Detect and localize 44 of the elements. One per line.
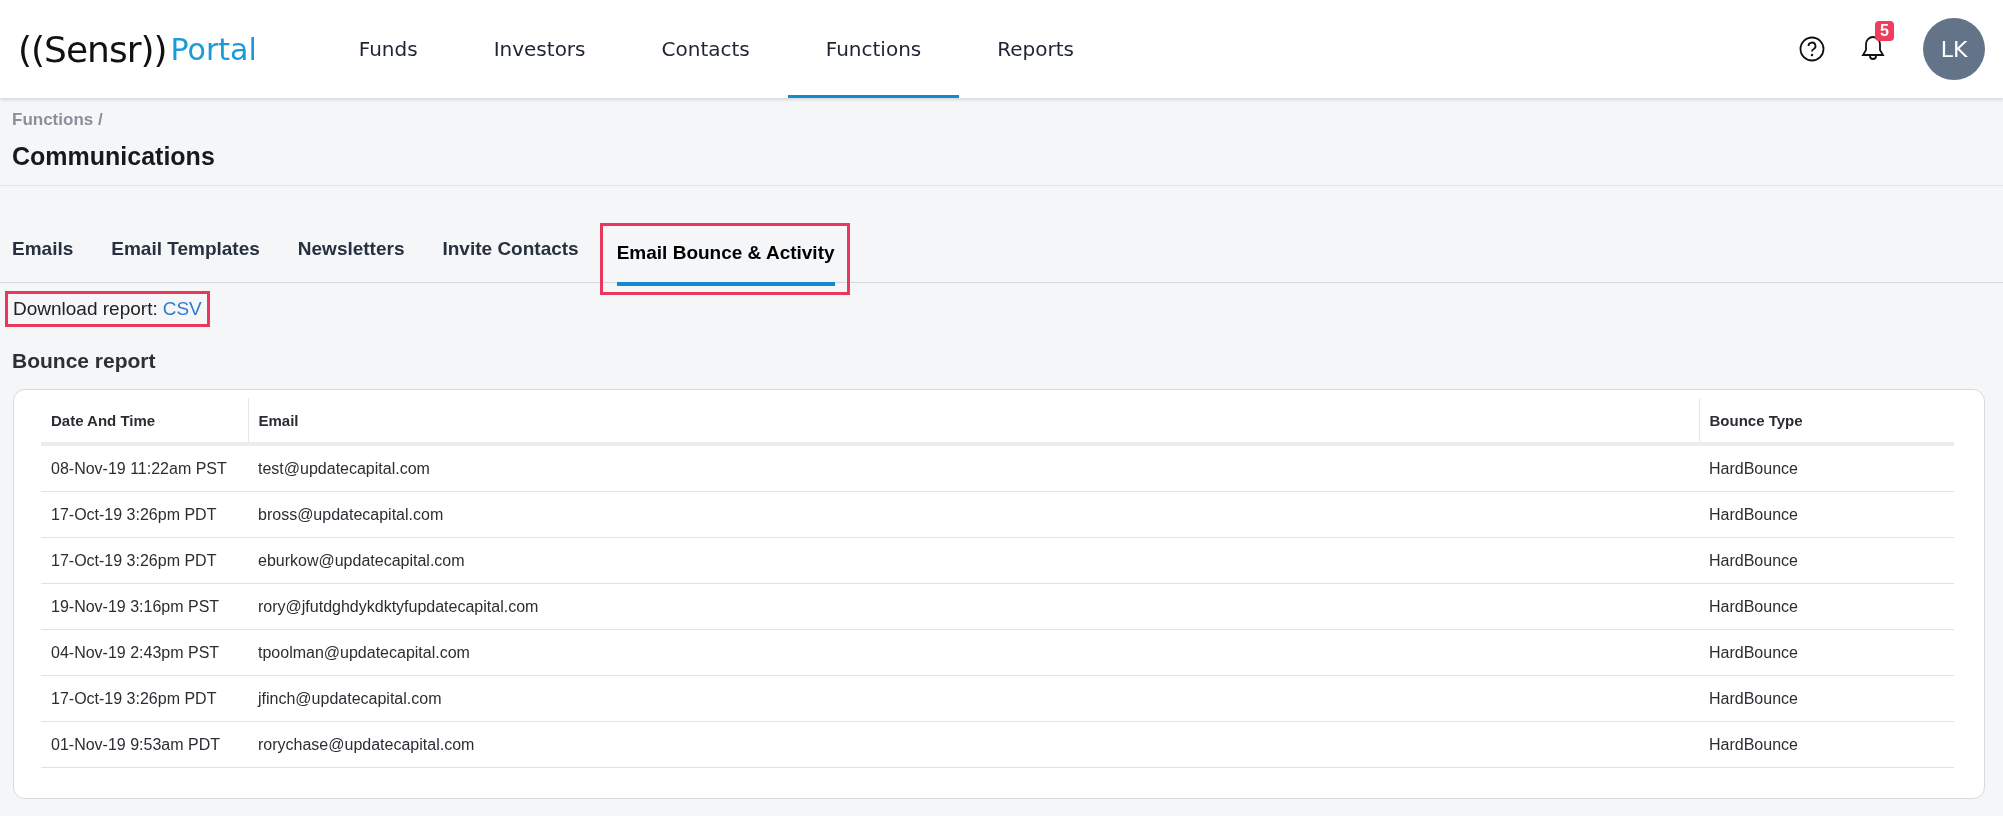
table-cell: test@updatecapital.com xyxy=(248,444,1699,492)
table-cell: 08-Nov-19 11:22am PST xyxy=(41,444,248,492)
table-cell: tpoolman@updatecapital.com xyxy=(248,629,1699,676)
table-cell: bross@updatecapital.com xyxy=(248,491,1699,538)
notification-count: 5 xyxy=(1875,21,1894,41)
logo-product: Portal xyxy=(170,31,257,67)
table-cell: 17-Oct-19 3:26pm PDT xyxy=(41,675,248,722)
nav-item[interactable]: Investors xyxy=(455,0,624,98)
table-cell: 01-Nov-19 9:53am PDT xyxy=(41,721,248,768)
column-header: Email xyxy=(248,398,1699,444)
table-cell: HardBounce xyxy=(1699,675,1954,722)
logo-brand: ((Sensr)) xyxy=(18,28,167,70)
column-header: Bounce Type xyxy=(1699,398,1954,444)
tab[interactable]: Newsletters xyxy=(297,238,405,282)
nav-item[interactable]: Contacts xyxy=(623,0,788,98)
tab[interactable]: Invite Contacts xyxy=(442,238,579,282)
download-label: Download report: xyxy=(13,298,158,320)
nav-item[interactable]: Functions xyxy=(787,0,960,98)
table-cell: HardBounce xyxy=(1699,721,1954,768)
help-icon[interactable] xyxy=(1799,36,1825,62)
table-cell: eburkow@updatecapital.com xyxy=(248,537,1699,584)
notification-bell-icon[interactable] xyxy=(1861,35,1885,63)
table-cell: HardBounce xyxy=(1699,583,1954,630)
table-cell: rory@jfutdghdykdktyfupdatecapital.com xyxy=(248,583,1699,630)
tab[interactable]: Emails xyxy=(12,238,74,282)
nav-item[interactable]: Funds xyxy=(320,0,456,98)
table-cell: 17-Oct-19 3:26pm PDT xyxy=(41,537,248,584)
table-cell: rorychase@updatecapital.com xyxy=(248,721,1699,768)
tab[interactable]: Email Bounce & Activity xyxy=(616,242,835,286)
page-title: Communications xyxy=(0,130,2003,186)
table-cell: 19-Nov-19 3:16pm PST xyxy=(41,583,248,630)
table-cell: 17-Oct-19 3:26pm PDT xyxy=(41,491,248,538)
table-cell: HardBounce xyxy=(1699,629,1954,676)
table-cell: HardBounce xyxy=(1699,444,1954,492)
table-cell: 04-Nov-19 2:43pm PST xyxy=(41,629,248,676)
tab[interactable]: Email Templates xyxy=(111,238,260,282)
table-cell: jfinch@updatecapital.com xyxy=(248,675,1699,722)
nav-item[interactable]: Reports xyxy=(959,0,1112,98)
user-avatar[interactable]: LK xyxy=(1923,18,1985,80)
column-header: Date And Time xyxy=(41,398,248,444)
table-cell: HardBounce xyxy=(1699,491,1954,538)
csv-link[interactable]: CSV xyxy=(162,298,202,320)
section-title: Bounce report xyxy=(11,348,157,374)
table-cell: HardBounce xyxy=(1699,537,1954,584)
